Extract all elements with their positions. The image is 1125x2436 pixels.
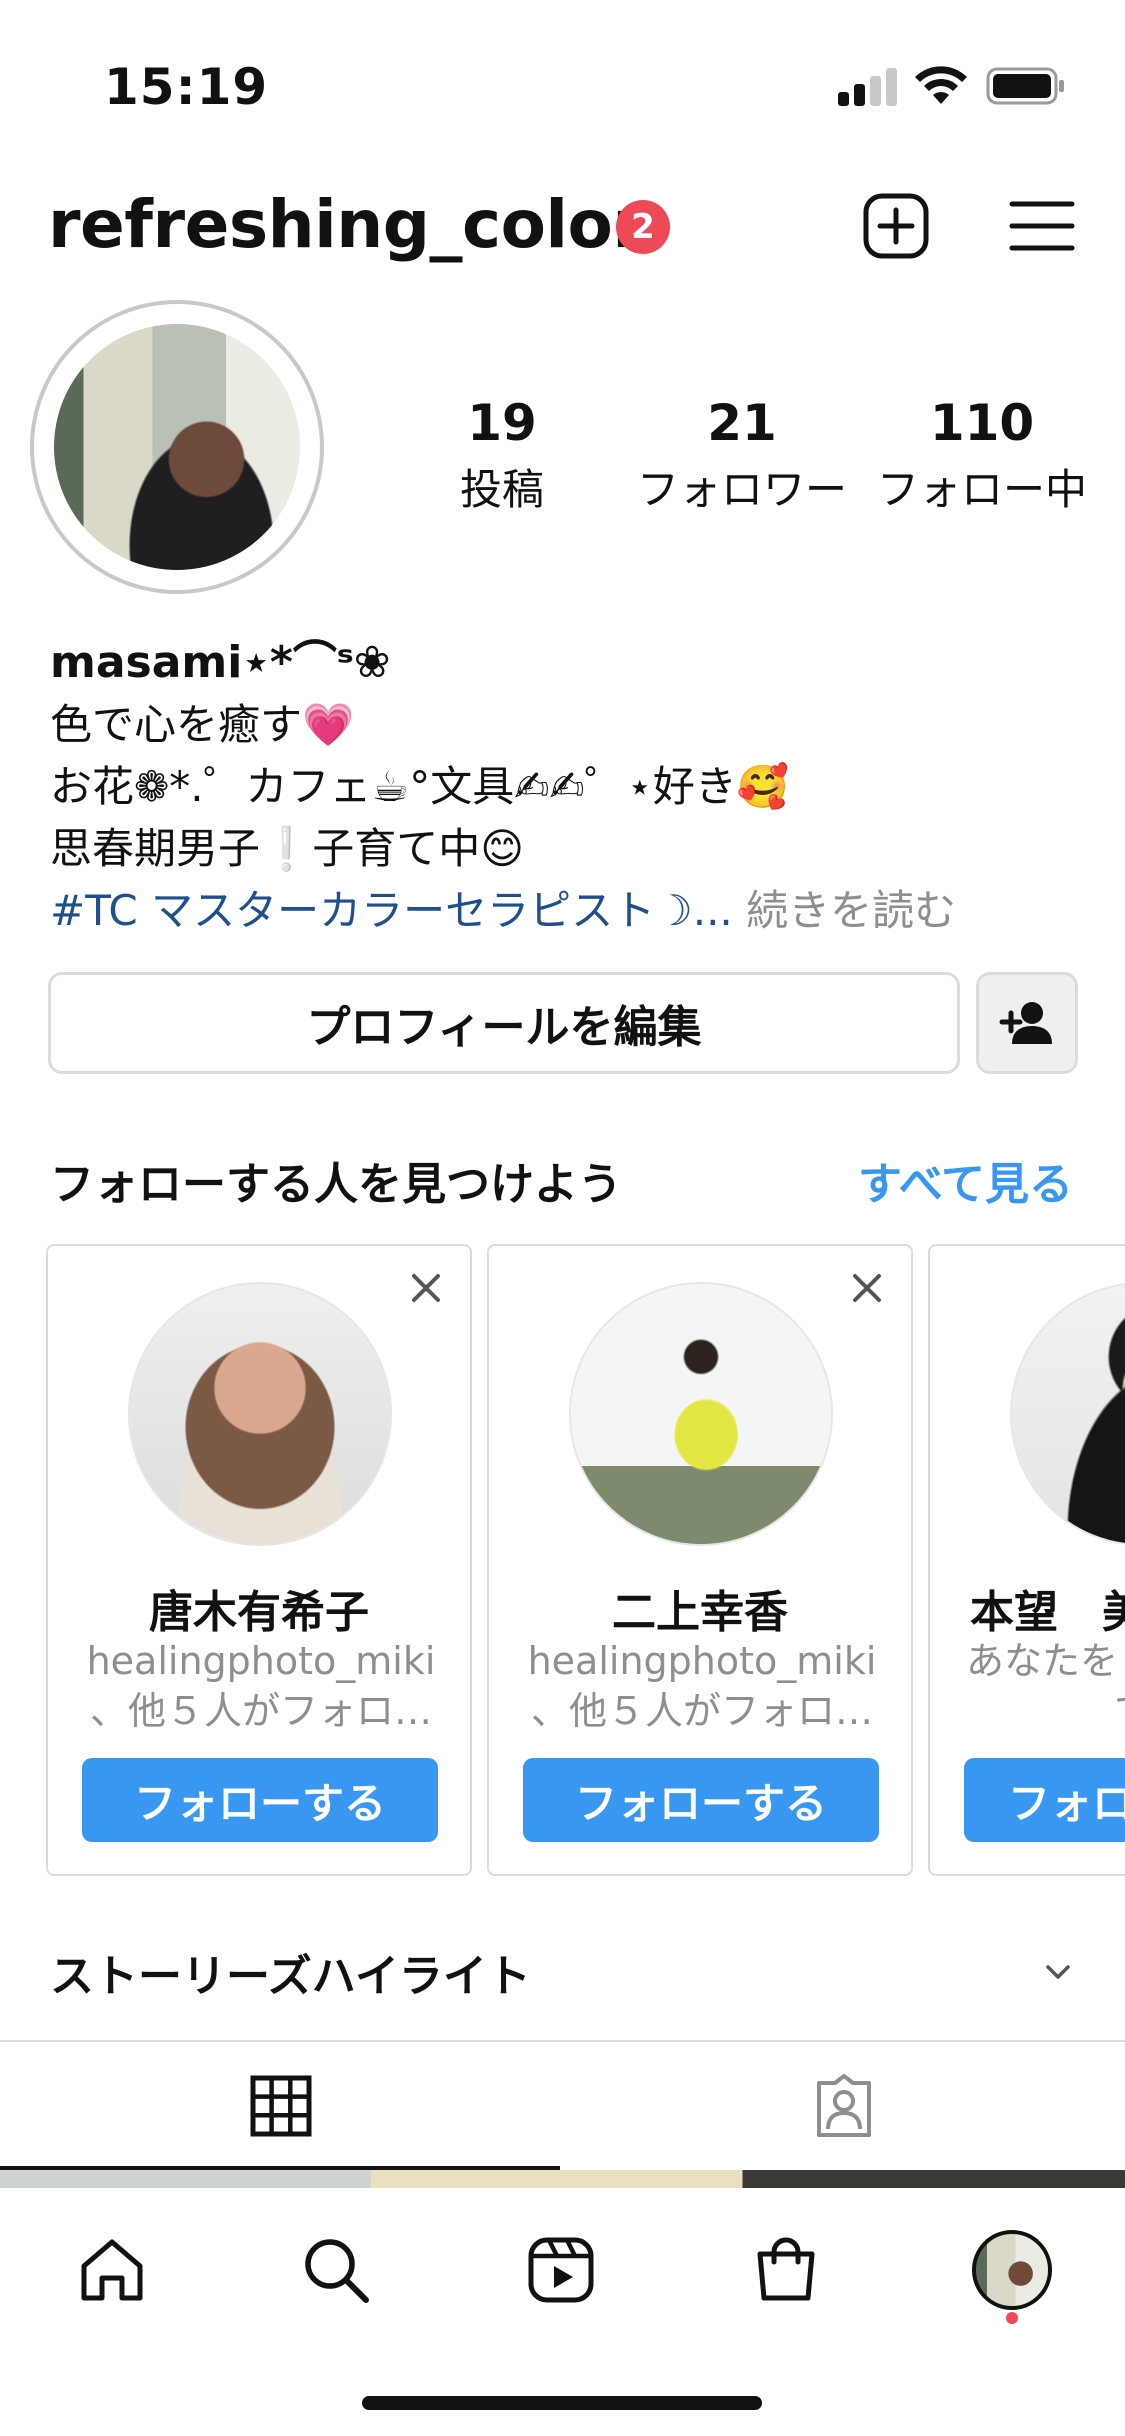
followers-label: フォロワー	[636, 465, 847, 514]
posts-count: 19	[467, 394, 537, 452]
grid-icon	[250, 2075, 312, 2137]
stat-following[interactable]: 110 フォロー中	[872, 394, 1092, 517]
discover-people-button[interactable]	[976, 972, 1078, 1074]
nav-profile[interactable]	[962, 2220, 1062, 2320]
see-all-link[interactable]: すべて見る	[858, 1148, 1073, 1212]
mutual-user: healingphoto_miki	[86, 1639, 436, 1683]
nav-reels[interactable]	[511, 2220, 611, 2320]
close-icon[interactable]	[408, 1270, 444, 1306]
profile-header: refreshing_color 2	[0, 180, 1125, 270]
username-title[interactable]: refreshing_color	[48, 186, 645, 263]
mutual-count: 、他５人がフォロ…	[530, 1689, 873, 1733]
suggestion-card[interactable]: 唐木有希子 healingphoto_miki 、他５人がフォロ… フォローする	[46, 1244, 472, 1876]
cellular-signal-icon	[838, 66, 898, 106]
posts-label: 投稿	[459, 465, 544, 514]
mutual-count: て	[966, 1686, 1125, 1736]
chevron-down-icon[interactable]	[1040, 1954, 1076, 1990]
wifi-icon	[915, 66, 967, 104]
battery-icon	[986, 67, 1064, 105]
nav-search[interactable]	[286, 2220, 386, 2320]
discover-title: フォローする人を見つけよう	[50, 1159, 622, 1210]
mutual-user: あなたを	[966, 1639, 1119, 1683]
add-person-icon	[999, 1002, 1052, 1044]
bio-line: #TC マスターカラーセラピスト☽... 続きを読む	[50, 880, 1090, 942]
suggestion-avatar[interactable]	[1010, 1282, 1125, 1546]
new-post-icon[interactable]	[858, 190, 934, 262]
suggestion-mutuals: healingphoto_miki 、他５人がフォロ…	[519, 1636, 885, 1736]
tab-posts-grid[interactable]	[0, 2042, 562, 2170]
follow-button[interactable]: フォローする	[82, 1758, 438, 1842]
reels-icon	[528, 2237, 594, 2303]
nav-shop[interactable]	[736, 2220, 836, 2320]
mutual-user: healingphoto_miki	[527, 1639, 877, 1683]
read-more-link[interactable]: 続きを読む	[733, 886, 956, 935]
shopping-bag-icon	[757, 2237, 815, 2301]
clock: 15:19	[104, 58, 269, 116]
edit-profile-button[interactable]: プロフィールを編集	[48, 972, 960, 1074]
notification-badge: 2	[616, 200, 670, 254]
stat-posts[interactable]: 19 投稿	[392, 394, 612, 517]
notification-dot	[1006, 2312, 1018, 2324]
hashtag-link[interactable]: #TC マスターカラーセラピスト☽...	[50, 886, 733, 935]
suggestion-mutuals: あなたを て	[966, 1636, 1125, 1736]
suggestion-avatar[interactable]	[128, 1282, 392, 1546]
display-name: masami⋆*⌒ˢ❀	[50, 637, 391, 688]
suggestion-name: 本望 美	[970, 1587, 1125, 1638]
following-count: 110	[929, 394, 1035, 452]
suggestion-card[interactable]: 二上幸香 healingphoto_miki 、他５人がフォロ… フォローする	[487, 1244, 913, 1876]
followers-count: 21	[707, 394, 777, 452]
tab-tagged[interactable]	[563, 2042, 1125, 2170]
bio-line: 色で心を癒す💗	[50, 700, 355, 749]
avatar-image	[54, 324, 300, 570]
status-bar: 15:19	[0, 0, 1125, 150]
suggestion-mutuals: healingphoto_miki 、他５人がフォロ…	[78, 1636, 444, 1736]
bio-line: お花❁*.゜カフェ☕︎°文具✍︎✍︎゜⋆好き🥰	[50, 762, 790, 811]
tagged-person-icon	[817, 2074, 871, 2137]
suggestion-name: 二上幸香	[612, 1587, 788, 1638]
following-label: フォロー中	[876, 465, 1087, 514]
story-highlights-title[interactable]: ストーリーズハイライト	[50, 1940, 531, 2004]
home-indicator	[362, 2396, 762, 2410]
follow-button[interactable]: フォローする	[523, 1758, 879, 1842]
stat-followers[interactable]: 21 フォロワー	[632, 394, 852, 517]
profile-avatar[interactable]	[30, 300, 324, 594]
mutual-count: 、他５人がフォロ…	[89, 1689, 432, 1733]
nav-home[interactable]	[62, 2220, 162, 2320]
search-icon	[305, 2239, 369, 2303]
close-icon[interactable]	[849, 1270, 885, 1306]
profile-bio: masami⋆*⌒ˢ❀ 色で心を癒す💗 お花❁*.゜カフェ☕︎°文具✍︎✍︎゜⋆…	[50, 632, 1090, 942]
post-grid-peek	[0, 2170, 1125, 2188]
menu-icon[interactable]	[1004, 190, 1080, 262]
follow-button[interactable]: フォロ	[964, 1758, 1125, 1842]
profile-avatar-icon	[972, 2230, 1052, 2310]
suggestion-card[interactable]: 本望 美 あなたを て フォロ	[928, 1244, 1125, 1876]
bio-line: 思春期男子❕子育て中😊	[50, 824, 525, 873]
home-icon	[81, 2239, 143, 2301]
suggestion-carousel[interactable]: 唐木有希子 healingphoto_miki 、他５人がフォロ… フォローする…	[0, 1244, 1125, 1880]
suggestion-name: 唐木有希子	[149, 1587, 369, 1638]
suggestion-avatar[interactable]	[569, 1282, 833, 1546]
